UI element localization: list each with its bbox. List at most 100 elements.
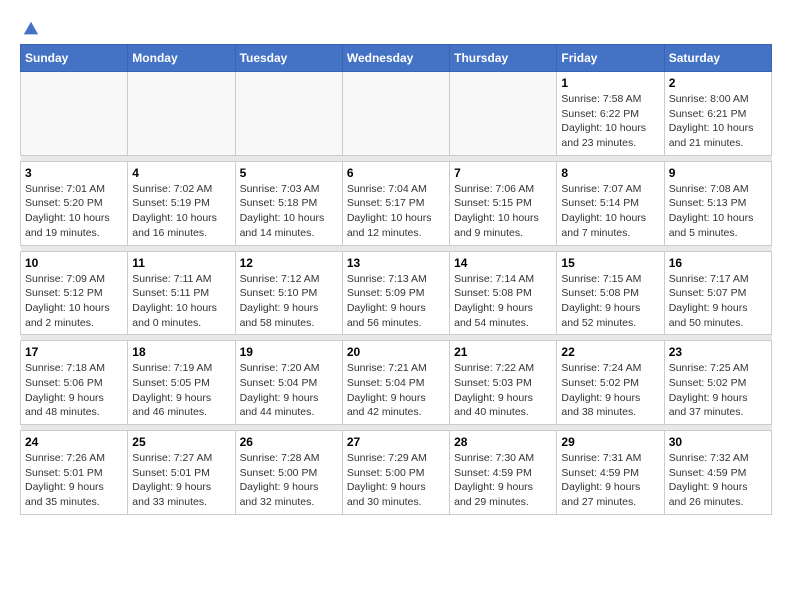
calendar-week-4: 17 Sunrise: 7:18 AM Sunset: 5:06 PM Dayli… [21, 341, 772, 425]
weekday-saturday: Saturday [664, 45, 771, 72]
day-info: Sunrise: 7:25 AM Sunset: 5:02 PM Dayligh… [669, 361, 767, 420]
day-info: Sunrise: 7:06 AM Sunset: 5:15 PM Dayligh… [454, 182, 552, 241]
day-info: Sunrise: 7:09 AM Sunset: 5:12 PM Dayligh… [25, 272, 123, 331]
day-info: Sunrise: 7:58 AM Sunset: 6:22 PM Dayligh… [561, 92, 659, 151]
day-info: Sunrise: 7:13 AM Sunset: 5:09 PM Dayligh… [347, 272, 445, 331]
calendar-week-1: 1Sunrise: 7:58 AM Sunset: 6:22 PM Daylig… [21, 72, 772, 156]
calendar-week-3: 10 Sunrise: 7:09 AM Sunset: 5:12 PM Dayli… [21, 251, 772, 335]
calendar-cell: 8Sunrise: 7:07 AM Sunset: 5:14 PM Daylig… [557, 161, 664, 245]
calendar-cell: 22 Sunrise: 7:24 AM Sunset: 5:02 PM Dayli… [557, 341, 664, 425]
calendar-cell: 2 Sunrise: 8:00 AM Sunset: 6:21 PM Daylig… [664, 72, 771, 156]
calendar-cell [342, 72, 449, 156]
day-number: 18 [132, 345, 230, 359]
day-info: Sunrise: 7:28 AM Sunset: 5:00 PM Dayligh… [240, 451, 338, 510]
calendar-cell: 11 Sunrise: 7:11 AM Sunset: 5:11 PM Dayli… [128, 251, 235, 335]
calendar-cell: 23Sunrise: 7:25 AM Sunset: 5:02 PM Dayli… [664, 341, 771, 425]
calendar-cell: 18 Sunrise: 7:19 AM Sunset: 5:05 PM Dayli… [128, 341, 235, 425]
day-info: Sunrise: 7:26 AM Sunset: 5:01 PM Dayligh… [25, 451, 123, 510]
calendar-cell: 12 Sunrise: 7:12 AM Sunset: 5:10 PM Dayli… [235, 251, 342, 335]
day-info: Sunrise: 7:24 AM Sunset: 5:02 PM Dayligh… [561, 361, 659, 420]
calendar-cell: 29 Sunrise: 7:31 AM Sunset: 4:59 PM Dayli… [557, 431, 664, 515]
day-number: 12 [240, 256, 338, 270]
day-info: Sunrise: 7:29 AM Sunset: 5:00 PM Dayligh… [347, 451, 445, 510]
day-number: 2 [669, 76, 767, 90]
day-number: 10 [25, 256, 123, 270]
calendar-cell: 27 Sunrise: 7:29 AM Sunset: 5:00 PM Dayli… [342, 431, 449, 515]
day-number: 9 [669, 166, 767, 180]
day-info: Sunrise: 7:03 AM Sunset: 5:18 PM Dayligh… [240, 182, 338, 241]
calendar-cell: 17 Sunrise: 7:18 AM Sunset: 5:06 PM Dayli… [21, 341, 128, 425]
calendar-cell: 10 Sunrise: 7:09 AM Sunset: 5:12 PM Dayli… [21, 251, 128, 335]
day-info: Sunrise: 7:27 AM Sunset: 5:01 PM Dayligh… [132, 451, 230, 510]
day-number: 22 [561, 345, 659, 359]
day-info: Sunrise: 7:19 AM Sunset: 5:05 PM Dayligh… [132, 361, 230, 420]
day-info: Sunrise: 7:14 AM Sunset: 5:08 PM Dayligh… [454, 272, 552, 331]
calendar-cell: 3 Sunrise: 7:01 AM Sunset: 5:20 PM Daylig… [21, 161, 128, 245]
calendar-cell: 16 Sunrise: 7:17 AM Sunset: 5:07 PM Dayli… [664, 251, 771, 335]
day-info: Sunrise: 7:17 AM Sunset: 5:07 PM Dayligh… [669, 272, 767, 331]
day-info: Sunrise: 7:22 AM Sunset: 5:03 PM Dayligh… [454, 361, 552, 420]
calendar-cell [450, 72, 557, 156]
calendar-cell: 4 Sunrise: 7:02 AM Sunset: 5:19 PM Daylig… [128, 161, 235, 245]
logo-icon [22, 20, 40, 38]
day-number: 14 [454, 256, 552, 270]
weekday-wednesday: Wednesday [342, 45, 449, 72]
weekday-tuesday: Tuesday [235, 45, 342, 72]
day-number: 28 [454, 435, 552, 449]
day-number: 3 [25, 166, 123, 180]
day-number: 25 [132, 435, 230, 449]
day-number: 17 [25, 345, 123, 359]
day-number: 26 [240, 435, 338, 449]
calendar-cell: 19Sunrise: 7:20 AM Sunset: 5:04 PM Dayli… [235, 341, 342, 425]
day-info: Sunrise: 7:12 AM Sunset: 5:10 PM Dayligh… [240, 272, 338, 331]
day-number: 20 [347, 345, 445, 359]
day-info: Sunrise: 7:18 AM Sunset: 5:06 PM Dayligh… [25, 361, 123, 420]
header [20, 20, 772, 34]
day-number: 16 [669, 256, 767, 270]
weekday-monday: Monday [128, 45, 235, 72]
calendar-week-2: 3 Sunrise: 7:01 AM Sunset: 5:20 PM Daylig… [21, 161, 772, 245]
day-number: 29 [561, 435, 659, 449]
calendar-cell: 7 Sunrise: 7:06 AM Sunset: 5:15 PM Daylig… [450, 161, 557, 245]
calendar-cell: 1Sunrise: 7:58 AM Sunset: 6:22 PM Daylig… [557, 72, 664, 156]
day-info: Sunrise: 7:30 AM Sunset: 4:59 PM Dayligh… [454, 451, 552, 510]
day-number: 27 [347, 435, 445, 449]
day-number: 4 [132, 166, 230, 180]
calendar-cell: 13 Sunrise: 7:13 AM Sunset: 5:09 PM Dayli… [342, 251, 449, 335]
calendar-header: SundayMondayTuesdayWednesdayThursdayFrid… [21, 45, 772, 72]
calendar-cell [21, 72, 128, 156]
day-info: Sunrise: 7:08 AM Sunset: 5:13 PM Dayligh… [669, 182, 767, 241]
day-info: Sunrise: 7:32 AM Sunset: 4:59 PM Dayligh… [669, 451, 767, 510]
day-number: 21 [454, 345, 552, 359]
day-number: 8 [561, 166, 659, 180]
day-number: 5 [240, 166, 338, 180]
day-number: 6 [347, 166, 445, 180]
calendar-cell [128, 72, 235, 156]
calendar-cell: 20 Sunrise: 7:21 AM Sunset: 5:04 PM Dayli… [342, 341, 449, 425]
calendar-cell: 21 Sunrise: 7:22 AM Sunset: 5:03 PM Dayli… [450, 341, 557, 425]
day-info: Sunrise: 7:04 AM Sunset: 5:17 PM Dayligh… [347, 182, 445, 241]
calendar-cell: 15Sunrise: 7:15 AM Sunset: 5:08 PM Dayli… [557, 251, 664, 335]
weekday-header-row: SundayMondayTuesdayWednesdayThursdayFrid… [21, 45, 772, 72]
calendar-cell: 24Sunrise: 7:26 AM Sunset: 5:01 PM Dayli… [21, 431, 128, 515]
calendar-cell: 5 Sunrise: 7:03 AM Sunset: 5:18 PM Daylig… [235, 161, 342, 245]
day-info: Sunrise: 7:21 AM Sunset: 5:04 PM Dayligh… [347, 361, 445, 420]
logo [20, 20, 40, 34]
calendar-cell: 14 Sunrise: 7:14 AM Sunset: 5:08 PM Dayli… [450, 251, 557, 335]
day-number: 30 [669, 435, 767, 449]
day-info: Sunrise: 8:00 AM Sunset: 6:21 PM Dayligh… [669, 92, 767, 151]
day-number: 7 [454, 166, 552, 180]
day-number: 13 [347, 256, 445, 270]
weekday-friday: Friday [557, 45, 664, 72]
day-info: Sunrise: 7:31 AM Sunset: 4:59 PM Dayligh… [561, 451, 659, 510]
day-number: 15 [561, 256, 659, 270]
calendar-cell: 26 Sunrise: 7:28 AM Sunset: 5:00 PM Dayli… [235, 431, 342, 515]
weekday-sunday: Sunday [21, 45, 128, 72]
day-info: Sunrise: 7:11 AM Sunset: 5:11 PM Dayligh… [132, 272, 230, 331]
day-info: Sunrise: 7:02 AM Sunset: 5:19 PM Dayligh… [132, 182, 230, 241]
day-info: Sunrise: 7:01 AM Sunset: 5:20 PM Dayligh… [25, 182, 123, 241]
day-number: 11 [132, 256, 230, 270]
calendar-week-5: 24Sunrise: 7:26 AM Sunset: 5:01 PM Dayli… [21, 431, 772, 515]
weekday-thursday: Thursday [450, 45, 557, 72]
calendar-cell: 9 Sunrise: 7:08 AM Sunset: 5:13 PM Daylig… [664, 161, 771, 245]
